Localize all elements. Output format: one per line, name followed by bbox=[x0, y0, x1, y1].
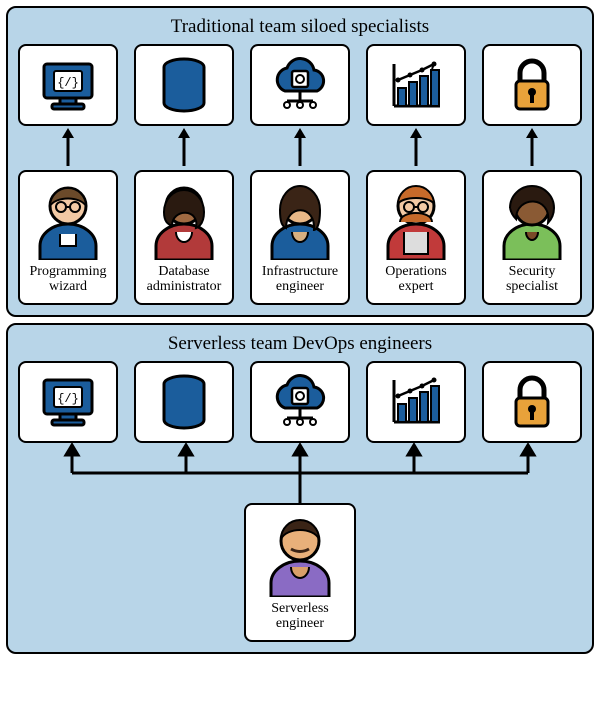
arrow-up-icon bbox=[406, 128, 426, 166]
bar-chart-icon bbox=[386, 374, 446, 429]
cloud-chip-icon bbox=[265, 372, 335, 432]
person-label: Programming wizard bbox=[22, 264, 114, 295]
person-label: Operations expert bbox=[370, 264, 462, 295]
code-monitor-icon: {/} bbox=[38, 374, 98, 429]
skill-card-database bbox=[134, 44, 234, 126]
skill-card-database bbox=[134, 361, 234, 443]
skill-card-chart bbox=[366, 44, 466, 126]
person-card-serverless-engineer: Serverless engineer bbox=[244, 503, 356, 642]
padlock-icon bbox=[508, 374, 556, 430]
person-card-infra-engineer: Infrastructure engineer bbox=[250, 170, 350, 305]
traditional-team-title: Traditional team siloed specialists bbox=[18, 16, 582, 38]
person-avatar-icon bbox=[496, 178, 568, 260]
svg-text:{/}: {/} bbox=[57, 76, 79, 90]
traditional-arrow-row bbox=[18, 128, 582, 166]
serverless-skill-icons-row: {/} bbox=[18, 361, 582, 443]
database-icon bbox=[158, 56, 210, 114]
arrow-up-icon bbox=[58, 128, 78, 166]
database-icon bbox=[158, 373, 210, 431]
person-avatar-icon bbox=[380, 178, 452, 260]
cloud-chip-icon bbox=[265, 55, 335, 115]
skill-card-cloud bbox=[250, 361, 350, 443]
person-label: Database administrator bbox=[138, 264, 230, 295]
person-card-security-specialist: Security specialist bbox=[482, 170, 582, 305]
person-label: Infrastructure engineer bbox=[254, 264, 346, 295]
serverless-team-title: Serverless team DevOps engineers bbox=[18, 333, 582, 355]
skill-card-security bbox=[482, 361, 582, 443]
fan-out-connector bbox=[20, 443, 580, 503]
arrow-up-icon bbox=[174, 128, 194, 166]
person-card-ops-expert: Operations expert bbox=[366, 170, 466, 305]
svg-text:{/}: {/} bbox=[57, 392, 79, 406]
bar-chart-icon bbox=[386, 58, 446, 113]
padlock-icon bbox=[508, 57, 556, 113]
person-avatar-icon bbox=[264, 178, 336, 260]
code-monitor-icon: {/} bbox=[38, 58, 98, 113]
person-card-programming-wizard: Programming wizard bbox=[18, 170, 118, 305]
person-avatar-icon bbox=[261, 511, 339, 597]
arrow-up-icon bbox=[290, 128, 310, 166]
person-label: Serverless engineer bbox=[248, 601, 352, 632]
skill-card-code: {/} bbox=[18, 361, 118, 443]
arrow-up-icon bbox=[522, 128, 542, 166]
skill-card-security bbox=[482, 44, 582, 126]
person-avatar-icon bbox=[148, 178, 220, 260]
traditional-people-row: Programming wizard Database administrato… bbox=[18, 170, 582, 305]
traditional-team-panel: Traditional team siloed specialists {/} bbox=[6, 6, 594, 317]
skill-card-code: {/} bbox=[18, 44, 118, 126]
skill-card-chart bbox=[366, 361, 466, 443]
person-avatar-icon bbox=[32, 178, 104, 260]
serverless-team-panel: Serverless team DevOps engineers {/} bbox=[6, 323, 594, 654]
person-label: Security specialist bbox=[486, 264, 578, 295]
traditional-skill-icons-row: {/} bbox=[18, 44, 582, 126]
skill-card-cloud bbox=[250, 44, 350, 126]
person-card-database-admin: Database administrator bbox=[134, 170, 234, 305]
